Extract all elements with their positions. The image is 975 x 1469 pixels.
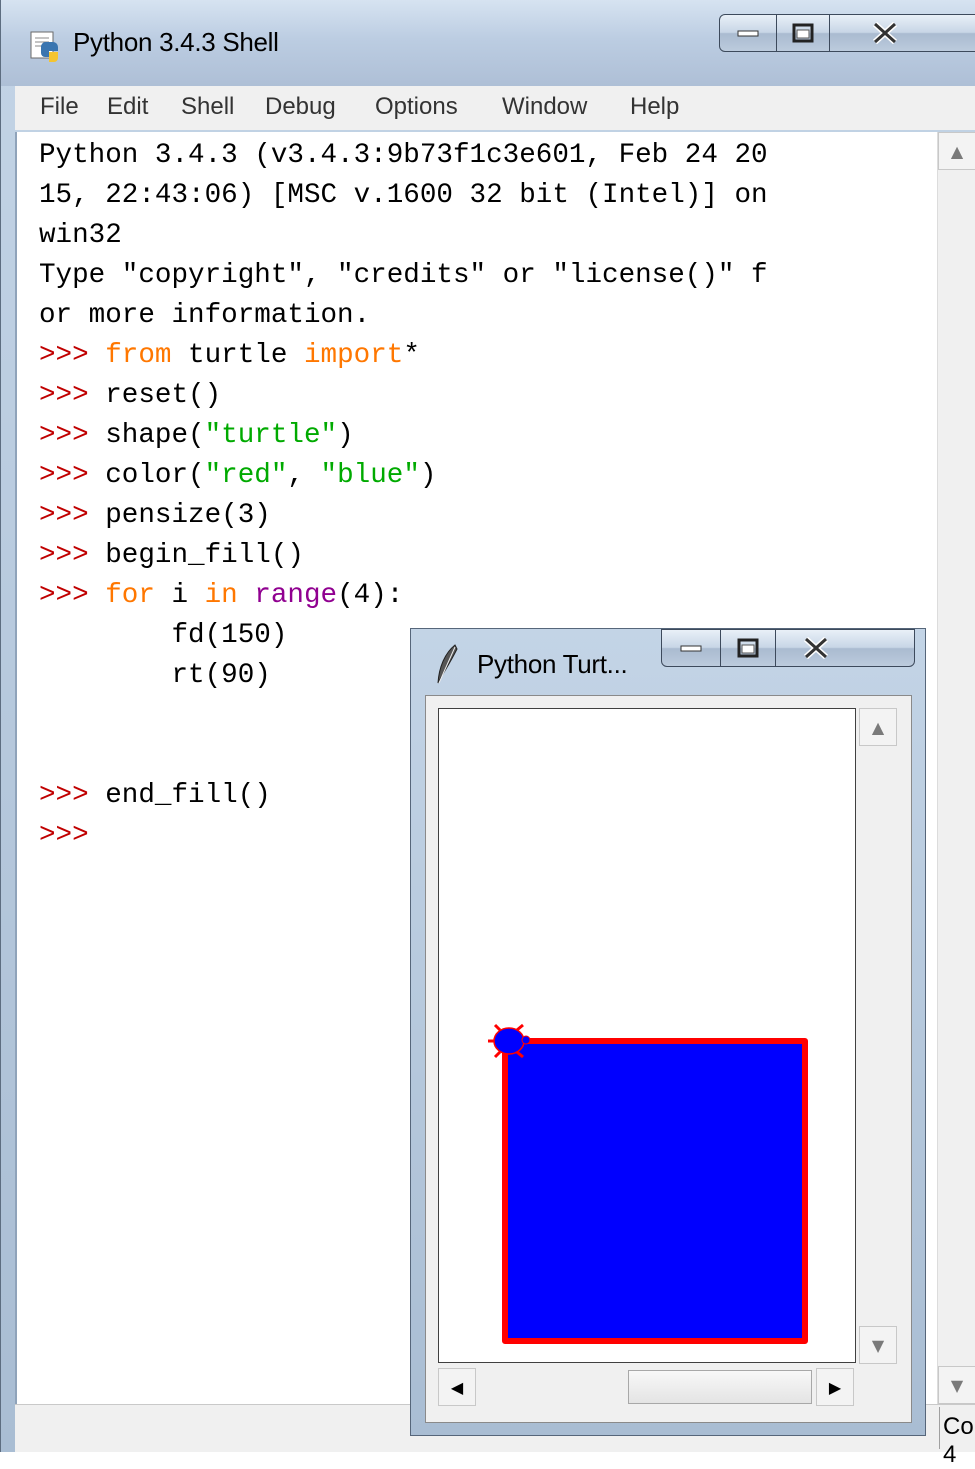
close-icon: [776, 630, 856, 666]
python-icon: [30, 31, 58, 62]
scroll-down-arrow-icon[interactable]: ▼: [859, 1326, 897, 1364]
code-line: >>> begin_fill(): [39, 536, 304, 576]
code-line: >>> pensize(3): [39, 496, 271, 536]
menu-options[interactable]: Options: [375, 93, 458, 121]
banner-line: win32: [39, 220, 122, 251]
scroll-up-arrow-icon[interactable]: ▲: [938, 132, 975, 170]
code-text: ,: [287, 460, 321, 491]
scroll-right-arrow-icon[interactable]: ▶: [816, 1368, 854, 1406]
prompt: >>>: [39, 820, 89, 851]
code-text: (4):: [337, 580, 404, 611]
maximize-icon: [777, 15, 829, 51]
menu-shell[interactable]: Shell: [181, 93, 234, 121]
maximize-button[interactable]: [720, 629, 776, 667]
prompt: >>>: [39, 380, 89, 411]
turtle-client-area: ▲ ▼ ◀ ▶: [425, 695, 912, 1423]
maximize-button[interactable]: [776, 14, 830, 52]
banner-line: Python 3.4.3 (v3.4.3:9b73f1c3e601, Feb 2…: [39, 140, 768, 171]
editor-gutter: [15, 132, 27, 1404]
keyword: in: [204, 580, 238, 611]
canvas-horizontal-scrollbar[interactable]: ◀ ▶: [438, 1366, 858, 1408]
code-line: rt(90): [39, 660, 271, 691]
code-text: reset(): [88, 380, 222, 411]
close-button[interactable]: [775, 629, 915, 667]
prompt: >>>: [39, 460, 89, 491]
code-line: >>>: [39, 816, 89, 856]
shell-vertical-scrollbar[interactable]: ▲ ▼: [937, 132, 975, 1404]
code-text: color(: [88, 460, 205, 491]
turtle-window-title: Python Turt...: [477, 649, 628, 679]
scroll-down-arrow-icon[interactable]: ▼: [938, 1366, 975, 1404]
code-line: >>> for i in range(4):: [39, 576, 403, 616]
filled-square: [502, 1038, 808, 1344]
close-icon: [830, 15, 940, 51]
status-column: Col: 4: [943, 1413, 975, 1468]
code-line: fd(150): [39, 620, 288, 651]
menu-edit[interactable]: Edit: [107, 93, 148, 121]
string: "blue": [320, 460, 420, 491]
minimize-icon: [662, 630, 720, 666]
prompt: >>>: [39, 580, 89, 611]
drawing: [488, 1023, 808, 1344]
builtin: range: [254, 580, 338, 611]
code-text: end_fill(): [88, 780, 271, 811]
close-button[interactable]: [829, 14, 975, 52]
minimize-button[interactable]: [719, 14, 777, 52]
prompt: >>>: [39, 540, 89, 571]
code-line: >>> color("red", "blue"): [39, 456, 436, 496]
keyword: for: [105, 580, 155, 611]
menu-window[interactable]: Window: [502, 93, 587, 121]
code-text: ): [337, 420, 354, 451]
code-line: >>> from turtle import*: [39, 336, 420, 376]
string: "turtle": [204, 420, 338, 451]
code-line: >>> shape("turtle"): [39, 416, 354, 456]
code-text: pensize(3): [88, 500, 271, 531]
keyword: from: [105, 340, 172, 371]
menu-debug[interactable]: Debug: [265, 93, 336, 121]
prompt: >>>: [39, 780, 89, 811]
turtle-canvas[interactable]: [438, 708, 856, 1363]
banner-line: 15, 22:43:06) [MSC v.1600 32 bit (Intel)…: [39, 180, 768, 211]
maximize-icon: [721, 630, 775, 666]
shell-titlebar[interactable]: Python 3.4.3 Shell: [1, 0, 975, 86]
status-separator: [939, 1407, 940, 1449]
horizontal-scroll-thumb[interactable]: [628, 1370, 812, 1404]
canvas-vertical-scrollbar[interactable]: ▲ ▼: [858, 708, 898, 1364]
menu-bar: File Edit Shell Debug Options Window Hel…: [15, 86, 975, 130]
prompt: >>>: [39, 500, 89, 531]
code-text: turtle: [171, 340, 304, 371]
prompt: >>>: [39, 420, 89, 451]
code-line: >>> end_fill(): [39, 776, 271, 816]
banner-line: or more information.: [39, 300, 371, 331]
code-text: i: [154, 580, 205, 611]
scroll-up-arrow-icon[interactable]: ▲: [859, 708, 897, 746]
banner-line: Type "copyright", "credits" or "license(…: [39, 260, 768, 291]
minimize-icon: [720, 15, 776, 51]
shell-title: Python 3.4.3 Shell: [73, 27, 279, 57]
string: "red": [204, 460, 288, 491]
code-text: *: [403, 340, 420, 371]
code-line: >>> reset(): [39, 376, 221, 416]
menu-help[interactable]: Help: [630, 93, 679, 121]
code-text: begin_fill(): [88, 540, 304, 571]
keyword: import: [303, 340, 404, 371]
menu-file[interactable]: File: [40, 93, 79, 121]
scroll-left-arrow-icon[interactable]: ◀: [438, 1368, 476, 1406]
minimize-button[interactable]: [661, 629, 721, 667]
prompt: >>>: [39, 340, 89, 371]
feather-icon: [437, 644, 458, 684]
code-text: shape(: [88, 420, 205, 451]
turtle-graphics-window: Python Turt... ▲ ▼ ◀ ▶: [410, 628, 926, 1436]
code-text: ): [419, 460, 437, 491]
